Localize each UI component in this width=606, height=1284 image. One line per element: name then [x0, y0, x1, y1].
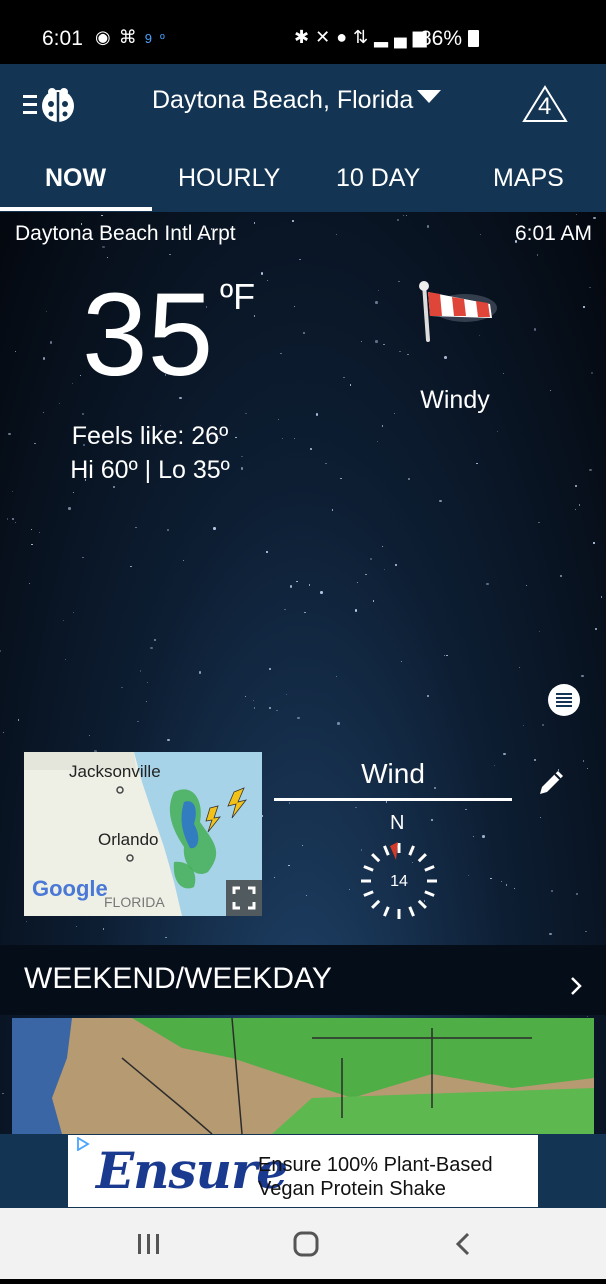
- system-navigation-bar: [0, 1208, 606, 1279]
- compass-tick: [371, 853, 381, 863]
- expand-map-button[interactable]: [226, 880, 262, 916]
- location-label: Daytona Beach, Florida: [152, 86, 414, 114]
- tab-bar: NOW HOURLY 10 DAY MAPS: [0, 150, 606, 212]
- wind-card-title: Wind: [361, 758, 425, 789]
- map-city-jacksonville: Jacksonville: [69, 762, 161, 781]
- weekend-forecast-map[interactable]: [12, 1018, 594, 1134]
- location-selector[interactable]: Daytona Beach, Florida: [152, 86, 442, 115]
- condition-label: Windy: [420, 386, 490, 414]
- menu-icon[interactable]: [22, 86, 78, 124]
- map-region-label: FLORIDA: [104, 894, 165, 910]
- mute-icon: ✕: [315, 27, 337, 47]
- ad-banner[interactable]: Ensure Ensure 100% Plant-Based Vegan Pro…: [68, 1135, 538, 1207]
- data-icon: ⇅: [353, 27, 375, 47]
- tab-10-day[interactable]: 10 DAY: [336, 164, 420, 193]
- compass-tick: [383, 906, 390, 917]
- compass-tick: [371, 899, 381, 909]
- wind-compass: N 14: [354, 812, 444, 922]
- list-view-icon[interactable]: [548, 684, 580, 716]
- battery-level: 86%: [420, 27, 463, 50]
- compass-tick: [424, 865, 435, 872]
- alert-count: 4: [538, 93, 552, 120]
- compass-tick: [363, 865, 374, 872]
- compass-north-label: N: [390, 812, 405, 834]
- dropdown-caret-icon: [417, 90, 442, 103]
- wind-speed: 14: [390, 873, 408, 890]
- weekend-label: WEEKEND/WEEKDAY: [24, 962, 332, 995]
- spotify-icon: ◉: [95, 27, 119, 47]
- recent-apps-icon[interactable]: [138, 1234, 159, 1254]
- alerts-button[interactable]: 4: [522, 84, 568, 124]
- status-notification-icons: ◉⌘9º: [95, 27, 173, 48]
- edit-pencil-icon[interactable]: [536, 766, 568, 798]
- compass-tick: [363, 890, 374, 897]
- battery-icon: [468, 30, 479, 47]
- temp-badge: 9º: [144, 31, 173, 46]
- temperature-unit: ºF: [220, 276, 256, 317]
- bluetooth-icon: ✱: [294, 27, 316, 47]
- current-temperature: 35: [82, 269, 214, 401]
- compass-tick: [383, 845, 390, 856]
- back-icon[interactable]: [455, 1232, 470, 1256]
- location-icon: ●: [336, 27, 354, 47]
- active-tab-indicator: [0, 207, 152, 211]
- hi-lo: Hi 60º | Lo 35º: [70, 456, 230, 484]
- compass-tick: [408, 845, 415, 856]
- windsock-icon: [410, 280, 500, 350]
- command-icon: ⌘: [118, 27, 145, 47]
- ad-text: Ensure 100% Plant-Based Vegan Protein Sh…: [258, 1154, 493, 1200]
- tab-maps[interactable]: MAPS: [493, 164, 564, 193]
- compass-tick: [424, 890, 435, 897]
- tab-now[interactable]: NOW: [45, 164, 106, 193]
- status-bar: 6:01 ◉⌘9º ✱✕●⇅▂▄▆ 86%: [0, 0, 606, 64]
- observation-time: 6:01 AM: [514, 222, 592, 245]
- chevron-right-icon[interactable]: [568, 972, 588, 1000]
- feels-like: Feels like: 26º: [71, 422, 229, 450]
- fullscreen-icon: [232, 886, 256, 910]
- compass-tick: [417, 899, 427, 909]
- wind-title-divider: [274, 798, 512, 801]
- tab-hourly[interactable]: HOURLY: [178, 164, 280, 193]
- ad-choices-icon[interactable]: [76, 1137, 90, 1151]
- status-time: 6:01: [42, 27, 83, 50]
- google-logo: Google: [32, 876, 108, 901]
- compass-tick: [408, 906, 415, 917]
- home-icon[interactable]: [293, 1231, 319, 1257]
- wind-direction-pointer-icon: [390, 842, 398, 860]
- map-city-orlando: Orlando: [98, 830, 159, 849]
- station-name: Daytona Beach Intl Arpt: [15, 222, 236, 245]
- compass-tick: [417, 853, 427, 863]
